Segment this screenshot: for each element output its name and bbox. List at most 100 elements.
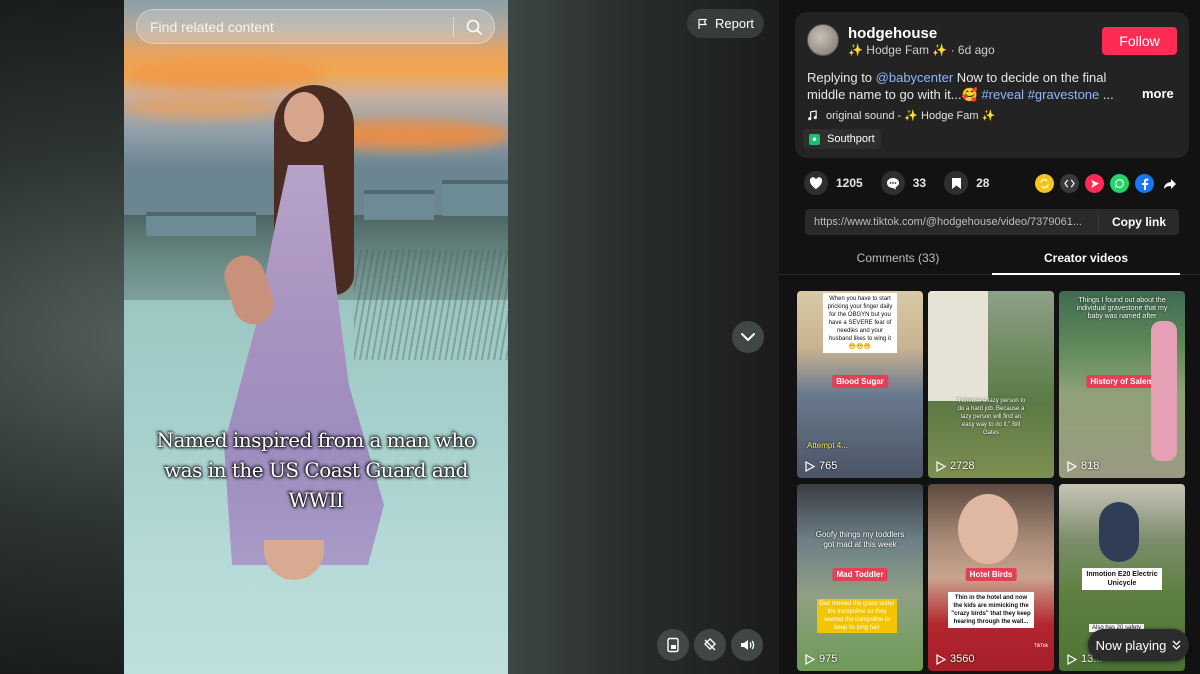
video-info-card: hodgehouse ✨ Hodge Fam ✨ · 6d ago Follow… bbox=[795, 12, 1189, 158]
more-button[interactable]: more bbox=[1142, 86, 1174, 101]
creator-video-thumb[interactable]: Hotel Birds Thin in the hotel and now th… bbox=[928, 484, 1054, 671]
author-display-name[interactable]: ✨ Hodge Fam ✨ bbox=[848, 43, 947, 57]
tab-creator-videos[interactable]: Creator videos bbox=[992, 245, 1180, 275]
location-label: Southport bbox=[827, 133, 875, 145]
thumb-extra: Attempt 4... bbox=[807, 441, 848, 450]
play-icon bbox=[805, 653, 815, 665]
comment-icon bbox=[880, 171, 905, 195]
comment-count: 33 bbox=[912, 176, 927, 190]
thumb-person bbox=[1151, 321, 1177, 461]
thumb-views: 3560 bbox=[936, 653, 974, 665]
search-input[interactable] bbox=[137, 18, 453, 35]
video-description: Replying to @babycenter Now to decide on… bbox=[807, 69, 1137, 103]
search-bar bbox=[136, 9, 495, 44]
mini-player-button[interactable] bbox=[657, 629, 689, 661]
thumb-house-wall bbox=[928, 291, 988, 401]
music-row[interactable]: original sound - ✨ Hodge Fam ✨ bbox=[807, 109, 995, 122]
thumb-views: 818 bbox=[1067, 460, 1099, 472]
action-bar: 1205 33 28 bbox=[804, 171, 995, 195]
video-house bbox=[146, 212, 256, 236]
report-label: Report bbox=[714, 16, 755, 31]
report-button[interactable]: Report bbox=[687, 9, 764, 38]
share-arrow-icon[interactable] bbox=[1160, 174, 1179, 193]
search-button[interactable] bbox=[454, 9, 494, 44]
creator-video-thumb[interactable]: Things I found out about the individual … bbox=[1059, 291, 1185, 478]
like-button[interactable]: 1205 bbox=[804, 171, 863, 195]
music-note-icon bbox=[808, 110, 817, 121]
follow-button[interactable]: Follow bbox=[1102, 27, 1177, 55]
hashtag-link[interactable]: #gravestone bbox=[1028, 87, 1100, 102]
mention-link[interactable]: @babycenter bbox=[876, 70, 954, 85]
copy-link-button[interactable]: Copy link bbox=[1099, 215, 1179, 229]
repost-icon[interactable] bbox=[1035, 174, 1054, 193]
chevron-down-icon bbox=[741, 333, 755, 342]
thumb-views: 975 bbox=[805, 653, 837, 665]
play-icon bbox=[805, 460, 815, 472]
flag-icon bbox=[698, 18, 708, 29]
thumb-person bbox=[1099, 502, 1139, 562]
bookmark-icon bbox=[944, 171, 969, 195]
video-caption: Named inspired from a man who was in the… bbox=[156, 428, 476, 512]
creator-video-thumb[interactable]: "I choose a lazy person to do a hard job… bbox=[928, 291, 1054, 478]
video-cloud bbox=[124, 60, 324, 90]
video-grass bbox=[354, 250, 508, 360]
play-icon bbox=[1067, 653, 1077, 665]
like-count: 1205 bbox=[836, 176, 863, 190]
share-url[interactable]: https://www.tiktok.com/@hodgehouse/video… bbox=[805, 216, 1098, 228]
now-playing-label: Now playing bbox=[1095, 637, 1167, 653]
whatsapp-icon[interactable] bbox=[1110, 174, 1129, 193]
thumb-note: Things I found out about the individual … bbox=[1076, 297, 1168, 320]
next-video-button[interactable] bbox=[732, 321, 764, 353]
description-ellipsis: ... bbox=[1099, 87, 1114, 102]
panel-tabs: Comments (33) Creator videos bbox=[779, 245, 1200, 275]
author-username[interactable]: hodgehouse bbox=[848, 25, 937, 42]
volume-button[interactable] bbox=[731, 629, 763, 661]
thumb-label: Mad Toddler bbox=[832, 568, 888, 581]
video-stage: Named inspired from a man who was in the… bbox=[0, 0, 779, 674]
thumb-watermark: TikTok bbox=[1033, 643, 1048, 649]
hashtag-link[interactable]: #reveal bbox=[981, 87, 1024, 102]
tab-comments[interactable]: Comments (33) bbox=[804, 245, 992, 275]
video-person-face bbox=[284, 92, 324, 142]
thumb-note: Goofy things my toddlers got mad at this… bbox=[815, 530, 905, 549]
creator-video-thumb[interactable]: Goofy things my toddlers got mad at this… bbox=[797, 484, 923, 671]
share-icons bbox=[1035, 174, 1179, 193]
facebook-icon[interactable] bbox=[1135, 174, 1154, 193]
thumb-views: 765 bbox=[805, 460, 837, 472]
location-pin-icon bbox=[809, 133, 820, 145]
auto-scroll-button[interactable] bbox=[694, 629, 726, 661]
now-playing-button[interactable]: Now playing bbox=[1088, 629, 1189, 661]
video-house bbox=[442, 180, 508, 216]
avatar[interactable] bbox=[807, 24, 839, 56]
send-to-friends-icon[interactable] bbox=[1085, 174, 1104, 193]
creator-video-thumb[interactable]: When you have to start pricking your fin… bbox=[797, 291, 923, 478]
comment-button[interactable]: 33 bbox=[880, 171, 927, 195]
thumb-note: Inmotion E20 Electric Unicycle bbox=[1082, 568, 1162, 590]
description-prefix: Replying to bbox=[807, 70, 876, 85]
favorite-button[interactable]: 28 bbox=[944, 171, 989, 195]
video-house bbox=[364, 190, 434, 220]
thumb-label: Blood Sugar bbox=[832, 375, 888, 388]
play-icon bbox=[1067, 460, 1077, 472]
mini-player-icon bbox=[667, 637, 679, 653]
play-icon bbox=[936, 653, 946, 665]
heart-icon bbox=[804, 171, 828, 195]
location-chip[interactable]: Southport bbox=[803, 129, 881, 149]
author-subline: ✨ Hodge Fam ✨ · 6d ago bbox=[848, 43, 995, 57]
search-icon bbox=[466, 19, 482, 35]
thumb-views: 2728 bbox=[936, 460, 974, 472]
thumb-label: Hotel Birds bbox=[965, 568, 1017, 581]
volume-icon bbox=[741, 640, 755, 650]
thumb-note: "I choose a lazy person to do a hard job… bbox=[956, 398, 1026, 436]
music-label: original sound - ✨ Hodge Fam ✨ bbox=[826, 110, 996, 122]
thumb-extra: Dad mowed the grass under the trampoline… bbox=[817, 599, 897, 633]
video-cloud bbox=[124, 95, 284, 119]
chevron-double-down-icon bbox=[1172, 640, 1181, 650]
thumb-face bbox=[958, 494, 1018, 564]
embed-icon[interactable] bbox=[1060, 174, 1079, 193]
side-panel: hodgehouse ✨ Hodge Fam ✨ · 6d ago Follow… bbox=[779, 0, 1200, 674]
thumb-note: Thin in the hotel and now the kids are m… bbox=[948, 592, 1034, 628]
video-player[interactable]: Named inspired from a man who was in the… bbox=[124, 0, 508, 674]
thumb-note: When you have to start pricking your fin… bbox=[823, 293, 897, 353]
thumb-label: History of Salem bbox=[1086, 375, 1158, 388]
